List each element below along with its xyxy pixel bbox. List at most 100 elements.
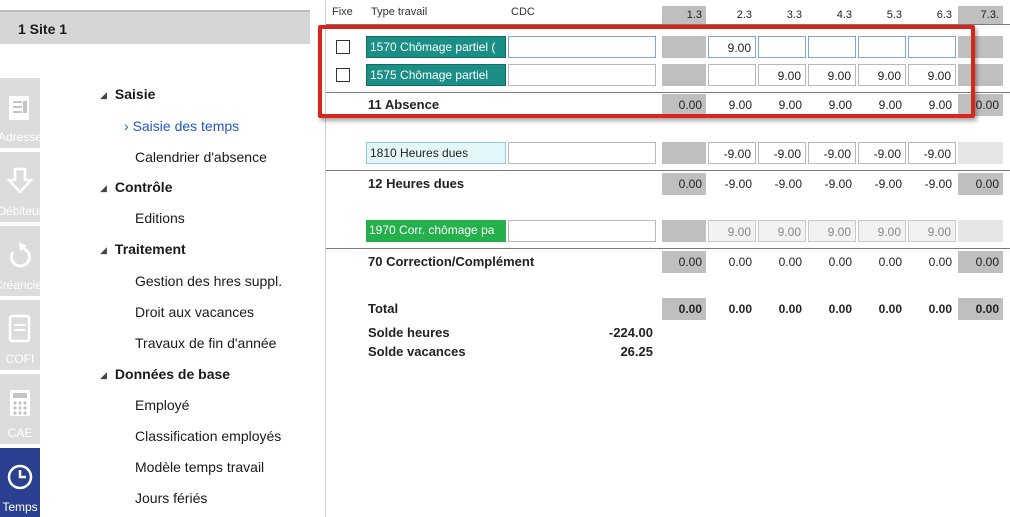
- collapse-triangle-icon: ◢: [100, 183, 107, 193]
- col-header-fixe: Fixe: [332, 6, 353, 18]
- nav-item-travaux[interactable]: Travaux de fin d'année: [135, 335, 276, 357]
- collapse-triangle-icon: ◢: [100, 90, 107, 100]
- solde-vacances-label: Solde vacances: [368, 344, 466, 359]
- grand-total-cell: 0.00: [728, 302, 752, 316]
- day-cell: 9.00: [858, 220, 906, 242]
- debtor-icon: [7, 167, 33, 194]
- nav-item-saisie-temps[interactable]: › Saisie des temps: [124, 118, 239, 140]
- group-divider: [326, 170, 1010, 171]
- col-header-day: 3.3: [786, 9, 802, 21]
- address-icon: [9, 96, 29, 120]
- col-header-day: 1.3: [662, 6, 706, 24]
- total-label: Total: [368, 301, 399, 316]
- group-divider: [326, 248, 1010, 249]
- day-cell[interactable]: [662, 142, 706, 164]
- document-icon: [8, 314, 31, 343]
- rail-label: CAE: [7, 426, 33, 440]
- total-cell: -9.00: [724, 177, 752, 191]
- total-cell: 0.00: [958, 251, 1003, 273]
- total-cell: 0.00: [662, 173, 706, 195]
- rail-label: Créancier: [0, 278, 40, 292]
- rail-item-temps[interactable]: Temps: [0, 448, 40, 517]
- cdc-field[interactable]: [508, 142, 656, 164]
- type-field-1810[interactable]: 1810 Heures dues: [366, 142, 506, 164]
- rail-item-creancier[interactable]: Créancier: [0, 226, 40, 296]
- total-cell: -9.00: [774, 177, 802, 191]
- day-cell[interactable]: -9.00: [708, 142, 756, 164]
- rail-item-cofi[interactable]: COFI: [0, 300, 40, 370]
- site-title: 1 Site 1: [18, 21, 68, 37]
- total-cell: 0.00: [928, 255, 952, 269]
- nav-item-modele[interactable]: Modèle temps travail: [135, 459, 264, 481]
- nav-item-label: Saisie des temps: [132, 118, 240, 134]
- day-cell[interactable]: -9.00: [858, 142, 906, 164]
- day-cell: 9.00: [758, 220, 806, 242]
- col-header-cdc: CDC: [511, 6, 535, 18]
- day-cell[interactable]: -9.00: [808, 142, 856, 164]
- site-header[interactable]: 1 Site 1: [0, 10, 310, 44]
- col-header-day: 4.3: [836, 9, 852, 21]
- day-cell: [958, 220, 1003, 242]
- nav-section-label: Données de base: [114, 366, 231, 382]
- group-label-correction: 70 Correction/Complément: [368, 254, 535, 269]
- total-cell: -9.00: [824, 177, 852, 191]
- grand-total-cell: 0.00: [878, 302, 902, 316]
- nav-section-label: Traitement: [114, 241, 186, 257]
- total-cell: -9.00: [924, 177, 952, 191]
- nav-section-saisie[interactable]: ◢ Saisie: [100, 86, 155, 108]
- module-rail: Adresse Débiteur Créancier COFI: [0, 78, 40, 517]
- total-cell: 0.00: [778, 255, 802, 269]
- calculator-icon: [10, 390, 30, 416]
- col-header-day: 5.3: [886, 9, 902, 21]
- nav-section-donnees[interactable]: ◢ Données de base: [100, 366, 230, 388]
- day-cell: 9.00: [908, 220, 956, 242]
- nav-section-controle[interactable]: ◢ Contrôle: [100, 179, 172, 201]
- nav-item-classification[interactable]: Classification employés: [135, 428, 281, 450]
- rail-item-cae[interactable]: CAE: [0, 374, 40, 444]
- grand-total-cell: 0.00: [778, 302, 802, 316]
- rail-label: Adresse: [0, 130, 40, 144]
- rail-label: COFI: [5, 352, 35, 366]
- nav-section-label: Contrôle: [114, 179, 173, 195]
- nav-section-traitement[interactable]: ◢ Traitement: [100, 241, 186, 263]
- total-cell: -9.00: [874, 177, 902, 191]
- day-cell[interactable]: -9.00: [908, 142, 956, 164]
- nav-item-droit-vacances[interactable]: Droit aux vacances: [135, 304, 254, 326]
- cdc-field[interactable]: [508, 220, 656, 242]
- grand-total-cell: 0.00: [928, 302, 952, 316]
- clock-icon: [7, 464, 33, 490]
- day-cell[interactable]: [958, 142, 1003, 164]
- nav-item-employe[interactable]: Employé: [135, 397, 189, 419]
- creditor-icon: [10, 242, 31, 268]
- nav-item-editions[interactable]: Editions: [135, 210, 185, 232]
- rail-label: Débiteur: [0, 204, 40, 218]
- col-header-day: 7.3.: [958, 6, 1003, 24]
- day-cell: [662, 220, 706, 242]
- day-cell[interactable]: -9.00: [758, 142, 806, 164]
- grand-total-cell: 0.00: [828, 302, 852, 316]
- solde-heures-value: -224.00: [608, 325, 653, 340]
- nav-item-calendrier[interactable]: Calendrier d'absence: [135, 149, 267, 171]
- highlight-annotation: [318, 25, 975, 118]
- col-header-day: 6.3: [936, 9, 952, 21]
- nav-item-gestion-hres[interactable]: Gestion des hres suppl.: [135, 273, 282, 295]
- col-header-day: 2.3: [736, 9, 752, 21]
- grand-total-cell: 0.00: [662, 298, 706, 320]
- rail-item-adresse[interactable]: Adresse: [0, 78, 40, 148]
- total-cell: 0.00: [828, 255, 852, 269]
- nav-section-label: Saisie: [114, 86, 156, 102]
- nav-item-jours-feries[interactable]: Jours fériés: [135, 490, 207, 512]
- rail-label: Temps: [2, 500, 38, 514]
- rail-item-debiteur[interactable]: Débiteur: [0, 152, 40, 222]
- total-cell: 0.00: [878, 255, 902, 269]
- chevron-right-icon: ›: [124, 118, 133, 134]
- col-header-type: Type travail: [371, 6, 428, 18]
- day-cell: 9.00: [708, 220, 756, 242]
- total-cell: 0.00: [662, 251, 706, 273]
- total-cell: 0.00: [958, 173, 1003, 195]
- type-field-1970[interactable]: 1970 Corr. chômage pa: [366, 220, 506, 242]
- solde-vacances-value: 26.25: [620, 344, 653, 359]
- total-cell: 0.00: [728, 255, 752, 269]
- collapse-triangle-icon: ◢: [100, 245, 107, 255]
- grand-total-cell: 0.00: [958, 298, 1003, 320]
